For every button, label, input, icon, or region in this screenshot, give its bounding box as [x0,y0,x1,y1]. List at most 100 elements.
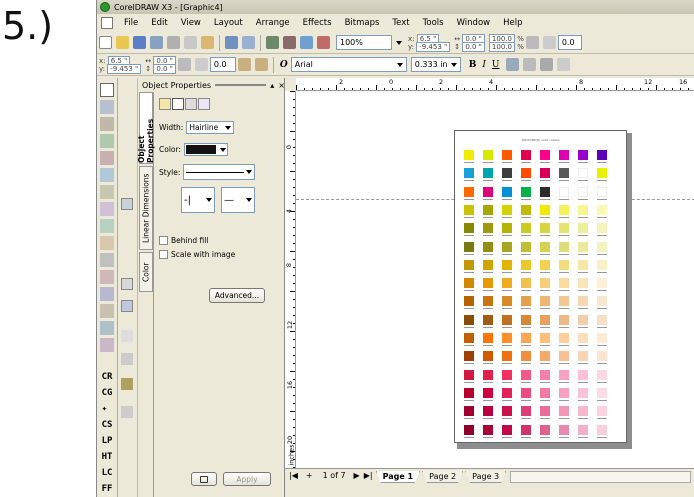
macro-tool-icon[interactable] [121,378,133,390]
color-swatch[interactable] [559,168,569,179]
color-swatch[interactable] [559,314,569,325]
color-swatch[interactable] [521,387,531,398]
prop-y-field[interactable]: -9.453 " [107,63,142,74]
application-launcher-icon[interactable] [300,36,313,49]
color-swatch[interactable] [464,406,474,417]
new-icon[interactable] [99,36,112,49]
menu-edit[interactable]: Edit [146,18,175,28]
first-page-icon[interactable]: |◀ [289,471,298,480]
color-swatch[interactable] [464,424,474,435]
menu-layout[interactable]: Layout [209,18,251,28]
color-swatch[interactable] [521,369,531,380]
color-swatch[interactable] [597,150,607,160]
color-swatch[interactable] [540,296,550,307]
color-swatch[interactable] [540,204,550,215]
color-swatch[interactable] [502,168,512,179]
color-swatch[interactable] [540,314,550,325]
add-page-icon[interactable]: + [306,471,313,480]
rotation-field[interactable]: 0.0 [557,35,582,50]
color-swatch[interactable] [559,424,569,435]
tool-cs[interactable]: CS [102,420,113,430]
lock-button[interactable] [191,472,217,486]
paste-icon[interactable] [201,36,214,49]
color-swatch[interactable] [540,369,550,380]
smart-fill-tool-icon[interactable] [100,168,114,182]
menu-arrange[interactable]: Arrange [251,18,298,28]
color-swatch[interactable] [540,333,550,343]
menu-view[interactable]: View [176,18,209,28]
color-swatch[interactable] [559,333,569,343]
color-swatch[interactable] [540,241,550,252]
color-swatch[interactable] [521,351,531,362]
color-swatch[interactable] [483,223,493,234]
welcome-screen-icon[interactable] [317,36,330,49]
general-tab-icon[interactable] [185,98,197,110]
color-swatch[interactable] [521,241,531,252]
color-swatch[interactable] [464,186,474,197]
zoom-level-field[interactable]: 100% [336,35,392,50]
star-tool-icon[interactable] [121,353,133,365]
line-style-dropdown[interactable] [183,164,256,180]
tab-object-properties[interactable]: Object Properties [137,92,155,164]
tab-linear-dimensions[interactable]: Linear Dimensions [139,166,153,250]
font-dropdown-icon[interactable] [396,62,403,67]
color-swatch[interactable] [483,333,493,343]
color-swatch[interactable] [578,369,588,380]
color-swatch[interactable] [540,259,550,270]
color-swatch[interactable] [578,168,588,179]
page-tab-3[interactable]: Page 3 [465,471,507,483]
color-swatch[interactable] [483,369,493,380]
color-swatch[interactable] [597,204,607,215]
lock-ratio-icon[interactable] [525,36,539,49]
color-swatch[interactable] [521,333,531,343]
color-swatch[interactable] [502,186,512,197]
color-swatch[interactable] [502,278,512,289]
color-swatch[interactable] [597,424,607,435]
fill-tool-icon[interactable] [100,321,114,335]
color-swatch[interactable] [540,186,550,197]
color-swatch[interactable] [578,351,588,362]
tool-lp[interactable]: LP [102,436,113,446]
pick-tool-icon[interactable] [100,83,114,97]
color-swatch[interactable] [578,186,588,197]
color-swatch[interactable] [597,168,607,179]
color-swatch[interactable] [521,278,531,289]
menu-text[interactable]: Text [387,18,417,28]
color-swatch[interactable] [559,259,569,270]
color-swatch[interactable] [559,351,569,362]
color-swatch[interactable] [483,259,493,270]
color-swatch[interactable] [521,204,531,215]
menu-window[interactable]: Window [452,18,499,28]
rotate-icon[interactable] [542,36,556,49]
advanced-button[interactable]: Advanced... [209,288,265,303]
page-tab-2[interactable]: Page 2 [422,471,464,483]
font-list-dropdown[interactable]: Arial [290,57,407,72]
color-swatch[interactable] [502,424,512,435]
color-swatch[interactable] [483,314,493,325]
scale-with-image-checkbox[interactable] [159,250,168,259]
color-swatch[interactable] [521,424,531,435]
color-swatch[interactable] [483,150,493,160]
format-text-icon[interactable] [556,58,570,71]
y-position-field[interactable]: -9.453 " [416,41,451,52]
interactive-blend-tool-icon[interactable] [100,270,114,284]
fill-tab-icon[interactable] [159,98,171,110]
document-page[interactable]: PANTONE(R) solid coated [454,130,627,443]
export-icon[interactable] [283,36,296,49]
drop-cap-icon[interactable] [539,58,553,71]
color-swatch[interactable] [597,351,607,362]
outline-color-picker[interactable] [183,143,228,156]
rectangle-tool-icon[interactable] [100,185,114,199]
color-swatch[interactable] [578,387,588,398]
color-swatch[interactable] [464,387,474,398]
horizontal-ruler[interactable]: 2 0 2 4 8 12 16 [296,78,694,91]
redo-icon[interactable] [242,36,255,49]
color-swatch[interactable] [597,369,607,380]
interactive-fill-tool-icon[interactable] [100,338,114,352]
color-swatch[interactable] [597,406,607,417]
color-swatch[interactable] [483,186,493,197]
color-swatch[interactable] [464,259,474,270]
color-swatch[interactable] [559,150,569,160]
prop-rotation-field[interactable]: 0.0 [209,57,236,72]
color-swatch[interactable] [559,223,569,234]
